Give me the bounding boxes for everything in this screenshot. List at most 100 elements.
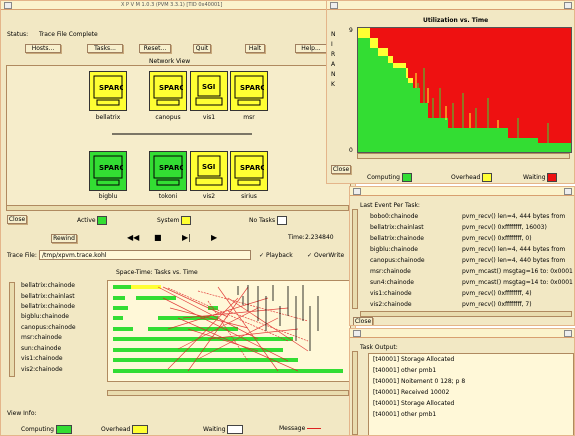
utilization-ymax: 9 <box>349 27 353 34</box>
window-menu-icon[interactable] <box>353 188 361 195</box>
rewind-icon[interactable]: ◀◀ <box>127 234 139 242</box>
svg-text:SPARC: SPARC <box>240 164 264 172</box>
computing-swatch <box>55 425 72 434</box>
overwrite-option[interactable]: ✓ OverWrite <box>307 252 344 259</box>
output-line: [t40001] Noitement 0 128; p 8 <box>373 378 466 385</box>
util-legend-overhead: Overhead <box>451 173 493 182</box>
utilization-titlebar[interactable] <box>327 1 574 10</box>
window-menu-icon[interactable] <box>4 2 12 9</box>
event-text: pvm_mcast() msgtag=14 to: 0x0001 <box>462 279 573 286</box>
last-event-hscrollbar[interactable] <box>360 311 572 317</box>
event-text: pvm_recv() len=4, 440 bytes from <box>462 257 566 264</box>
host-canopus[interactable]: SPARC <box>149 71 187 111</box>
last-event-vscrollbar[interactable] <box>352 209 358 309</box>
event-task: bobo0:chainode <box>370 213 419 220</box>
task-output-text[interactable]: [t40001] Storage Allocated [t40001] othe… <box>368 353 574 435</box>
utilization-graphics <box>358 28 571 152</box>
event-text: pvm_mcast() msgtag=16 to: 0x0001 <box>462 268 573 275</box>
halt-button[interactable]: Halt <box>245 44 265 53</box>
task-label[interactable]: canopus:chainode <box>21 324 76 331</box>
maximize-icon[interactable] <box>564 188 572 195</box>
event-text: pvm_recv() 0xffffffff, 0) <box>462 235 532 242</box>
step-forward-icon[interactable]: ▶| <box>182 234 191 242</box>
task-label[interactable]: msr:chainode <box>21 334 62 341</box>
util-waiting-swatch <box>547 173 558 182</box>
play-icon[interactable]: ▶ <box>211 234 217 242</box>
util-overhead-swatch <box>482 173 493 182</box>
window-menu-icon[interactable] <box>330 2 338 9</box>
maximize-icon[interactable] <box>564 330 572 337</box>
main-titlebar[interactable]: X P V M 1.0.3 (PVM 3.3.1) [TID 0x40001] <box>1 1 355 10</box>
view-info-label: View Info: <box>7 410 37 417</box>
bottom-legend-waiting: Waiting <box>203 425 244 434</box>
maximize-icon[interactable] <box>564 2 572 9</box>
network-close-button[interactable]: Close <box>7 215 27 224</box>
event-task: msr:chainode <box>370 268 411 275</box>
notasks-swatch <box>277 216 288 225</box>
task-label[interactable]: bellatrix:chainlast <box>21 293 75 300</box>
window-menu-icon[interactable] <box>353 330 361 337</box>
space-time-hscrollbar[interactable] <box>107 390 349 396</box>
network-hscrollbar[interactable] <box>6 205 349 211</box>
trace-file-input[interactable]: /tmp/xpvm.trace.kohl <box>39 250 251 260</box>
host-label-bigblu: bigblu <box>98 193 118 200</box>
last-event-close-button[interactable]: Close <box>353 317 373 325</box>
last-event-title: Last Event Per Task: <box>360 202 420 209</box>
event-text: pvm_recv() len=4, 444 bytes from <box>462 213 566 220</box>
util-legend-computing: Computing <box>367 173 412 182</box>
last-event-titlebar[interactable] <box>350 187 574 196</box>
svg-text:SPARC: SPARC <box>159 164 183 172</box>
task-output-titlebar[interactable] <box>350 329 574 338</box>
host-sirius[interactable]: SPARC <box>230 151 268 191</box>
legend-notasks-label: No Tasks <box>249 216 288 225</box>
host-bellatrix[interactable]: SPARC <box>89 71 127 111</box>
task-label[interactable]: bigblu:chainode <box>21 313 69 320</box>
task-label[interactable]: bellatrix:chainode <box>21 282 75 289</box>
legend-system-label: System <box>157 216 192 225</box>
stop-icon[interactable]: ■ <box>154 234 162 242</box>
host-vis2[interactable]: SGI <box>190 151 228 191</box>
hosts-button[interactable]: Hosts... <box>25 44 61 53</box>
task-label[interactable]: bellatrix:chainode <box>21 303 75 310</box>
utilization-title: Utilization vs. Time <box>423 17 489 24</box>
playback-option[interactable]: ✓ Playback <box>259 252 293 259</box>
space-time-plot[interactable] <box>107 280 351 382</box>
event-task: bellatrix:chainlast <box>370 224 424 231</box>
task-output-title: Task Output: <box>360 344 398 351</box>
trace-file-label: Trace File: <box>7 252 37 259</box>
bottom-legend-overhead: Overhead <box>101 425 149 434</box>
reset-button[interactable]: Reset... <box>139 44 171 53</box>
host-bigblu[interactable]: SPARC <box>89 151 127 191</box>
time-value: 2.234840 <box>305 234 334 241</box>
utilization-hscrollbar[interactable] <box>357 153 570 159</box>
quit-button[interactable]: Quit <box>193 44 211 53</box>
host-tokoni[interactable]: SPARC <box>149 151 187 191</box>
space-time-vscrollbar[interactable] <box>9 282 15 377</box>
host-vis1[interactable]: SGI <box>190 71 228 111</box>
utilization-plot[interactable] <box>357 27 572 153</box>
status-label: Status: <box>7 31 29 38</box>
host-label-msr: msr <box>243 114 255 121</box>
help-button[interactable]: Help... <box>295 44 327 53</box>
window-title-text: X P V M 1.0.3 (PVM 3.3.1) [TID 0x40001] <box>121 2 223 8</box>
host-label-bellatrix: bellatrix <box>95 114 121 121</box>
event-text: pvm_recv() 0xffffffff, 4) <box>462 290 532 297</box>
event-task: vis2:chainode <box>370 301 412 308</box>
output-line: [t40001] other pmb1 <box>373 411 437 418</box>
svg-text:SGI: SGI <box>202 163 215 171</box>
rewind-button[interactable]: Rewind <box>51 234 77 243</box>
task-output-vscrollbar[interactable] <box>352 351 358 435</box>
event-task: canopus:chainode <box>370 257 425 264</box>
util-computing-swatch <box>401 173 412 182</box>
waiting-swatch <box>227 425 244 434</box>
task-label[interactable]: vis2:chainode <box>21 366 63 373</box>
task-label[interactable]: sun:chainode <box>21 345 61 352</box>
host-msr[interactable]: SPARC <box>230 71 268 111</box>
utilization-close-button[interactable]: Close <box>331 165 351 174</box>
active-swatch <box>97 216 108 225</box>
task-label[interactable]: vis1:chainode <box>21 355 63 362</box>
xpvm-main-window: X P V M 1.0.3 (PVM 3.3.1) [TID 0x40001] … <box>0 0 356 436</box>
util-legend-waiting: Waiting <box>523 173 558 182</box>
output-line: [t40001] Storage Allocated <box>373 400 455 407</box>
tasks-button[interactable]: Tasks... <box>87 44 123 53</box>
